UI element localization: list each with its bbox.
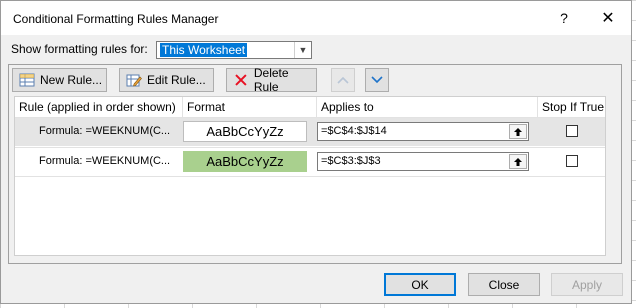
- new-rule-label: New Rule...: [40, 73, 103, 87]
- help-button[interactable]: ?: [544, 1, 584, 35]
- header-format: Format: [187, 100, 226, 114]
- format-preview: AaBbCcYyZz: [183, 151, 307, 172]
- move-up-button[interactable]: [331, 68, 355, 92]
- rules-table: Rule (applied in order shown) Format App…: [14, 96, 606, 256]
- close-window-button[interactable]: ✕: [588, 1, 628, 35]
- chevron-down-icon: [371, 76, 383, 84]
- apply-button[interactable]: Apply: [551, 273, 623, 296]
- show-rules-selected: This Worksheet: [160, 43, 248, 57]
- stop-if-true-checkbox[interactable]: [566, 125, 578, 137]
- delete-rule-button[interactable]: Delete Rule: [226, 66, 317, 94]
- range-select-arrow-icon: [514, 157, 522, 166]
- header-stop-if-true: Stop If True: [542, 100, 605, 114]
- title-bar: Conditional Formatting Rules Manager ? ✕: [1, 1, 631, 35]
- delete-x-icon: [235, 74, 247, 86]
- new-rule-icon: [19, 73, 35, 87]
- stop-if-true-checkbox[interactable]: [566, 155, 578, 167]
- rule-description: Formula: =WEEKNUM(C...: [39, 125, 171, 137]
- delete-rule-label: Delete Rule: [253, 66, 289, 94]
- collapse-dialog-button[interactable]: [509, 154, 527, 169]
- format-preview: AaBbCcYyZz: [183, 121, 307, 142]
- show-rules-dropdown[interactable]: This Worksheet ▼: [156, 41, 312, 59]
- row-divider: [15, 176, 605, 177]
- edit-rule-label: Edit Rule...: [147, 73, 206, 87]
- rule-description: Formula: =WEEKNUM(C...: [39, 155, 171, 167]
- range-select-arrow-icon: [514, 127, 522, 136]
- applies-to-field[interactable]: =$C$3:$J$3: [317, 152, 529, 171]
- dialog-title: Conditional Formatting Rules Manager: [13, 12, 219, 26]
- close-button[interactable]: Close: [468, 273, 540, 296]
- edit-rule-icon: [126, 74, 142, 87]
- applies-to-value: =$C$3:$J$3: [321, 155, 381, 167]
- header-applies-to: Applies to: [321, 100, 374, 114]
- ok-button[interactable]: OK: [384, 273, 456, 296]
- move-down-button[interactable]: [365, 68, 389, 92]
- header-rule: Rule (applied in order shown): [19, 100, 176, 114]
- table-row[interactable]: Formula: =WEEKNUM(C... AaBbCcYyZz =$C$4:…: [15, 118, 605, 146]
- table-row[interactable]: Formula: =WEEKNUM(C... AaBbCcYyZz =$C$3:…: [15, 148, 605, 176]
- applies-to-field[interactable]: =$C$4:$J$14: [317, 122, 529, 141]
- new-rule-button[interactable]: New Rule...: [12, 68, 107, 92]
- chevron-up-icon: [337, 76, 349, 84]
- chevron-down-icon[interactable]: ▼: [294, 42, 311, 58]
- show-rules-label: Show formatting rules for:: [11, 42, 148, 56]
- applies-to-value: =$C$4:$J$14: [321, 125, 387, 137]
- edit-rule-button[interactable]: Edit Rule...: [119, 68, 214, 92]
- collapse-dialog-button[interactable]: [509, 124, 527, 139]
